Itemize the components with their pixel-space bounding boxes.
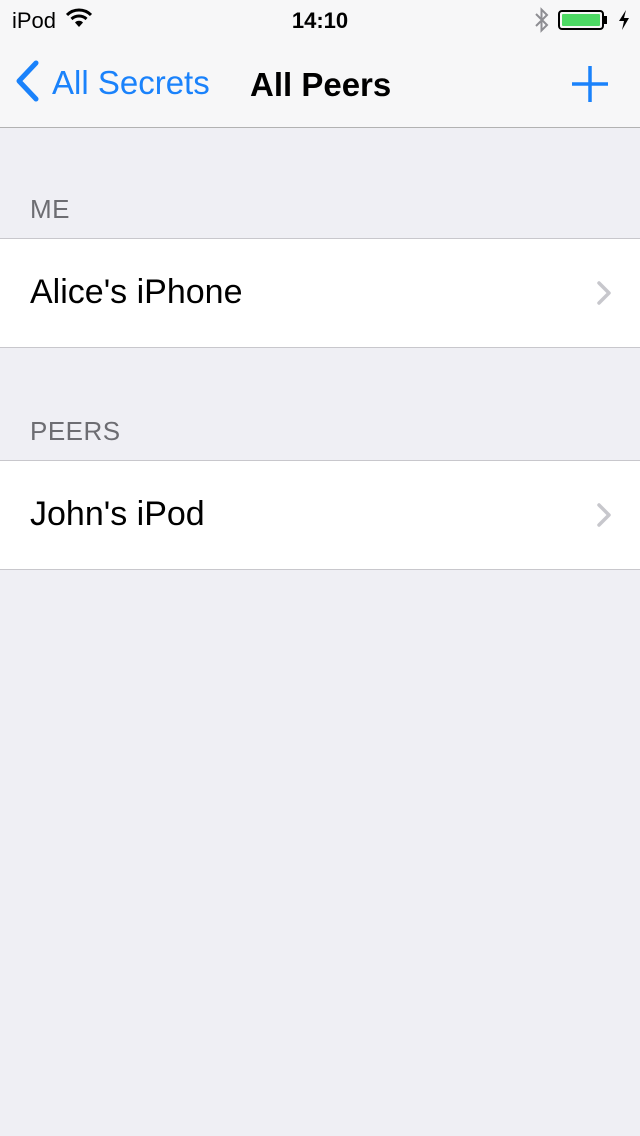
- chevron-right-icon: [596, 280, 612, 306]
- list-item-label: John's iPod: [30, 495, 205, 533]
- section-header-peers: PEERS: [30, 416, 121, 446]
- list-item[interactable]: Alice's iPhone: [0, 238, 640, 348]
- battery-icon: [558, 9, 610, 37]
- status-right: [534, 7, 630, 39]
- section-header-me: ME: [30, 194, 70, 224]
- list-item[interactable]: John's iPod: [0, 460, 640, 570]
- back-button-label: All Secrets: [52, 64, 210, 101]
- bluetooth-icon: [534, 7, 550, 39]
- chevron-left-icon: [14, 60, 40, 107]
- battery-fill: [562, 14, 600, 26]
- navigation-bar: All Secrets All Peers: [0, 40, 640, 128]
- chevron-right-icon: [596, 502, 612, 528]
- status-bar: iPod 14:10: [0, 0, 640, 40]
- page-title: All Peers: [250, 66, 392, 103]
- back-button[interactable]: All Secrets: [14, 58, 210, 108]
- charging-bolt-icon: [618, 9, 630, 37]
- list-item-label: Alice's iPhone: [30, 273, 243, 311]
- add-peer-button[interactable]: [568, 62, 612, 106]
- top-bar: iPod 14:10 All Secrets All Peers: [0, 0, 640, 128]
- plus-icon: [568, 66, 612, 110]
